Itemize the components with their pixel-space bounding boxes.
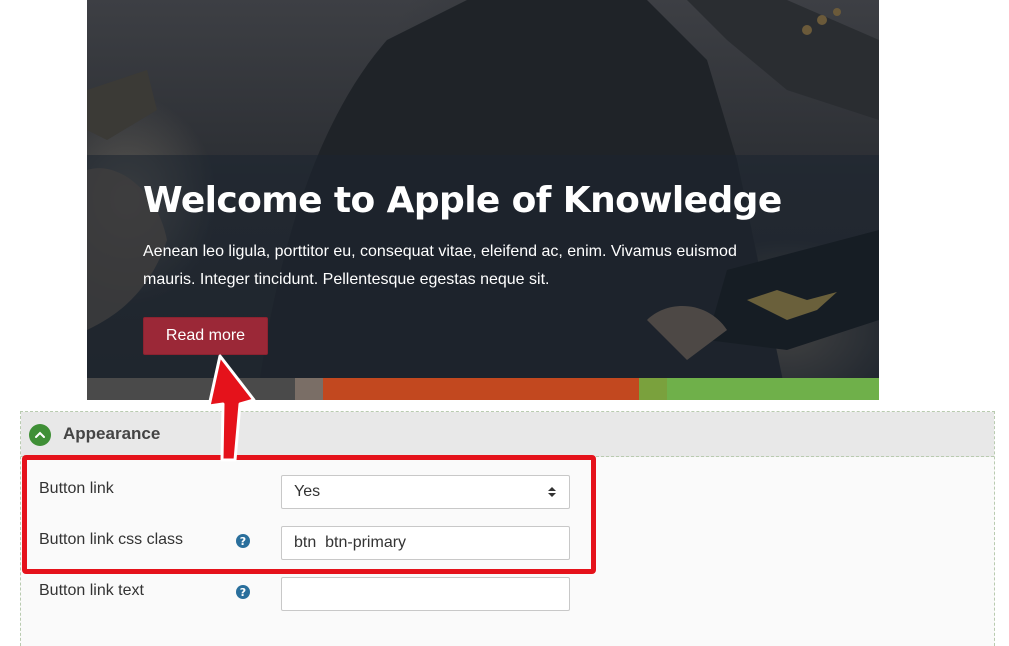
chevron-up-icon[interactable] [29,424,51,446]
hero-title: Welcome to Apple of Knowledge [143,180,782,221]
hero-bottom-strip [87,378,879,400]
strip-segment [323,378,639,400]
strip-segment [639,378,667,400]
highlight-annotation-box [22,455,596,574]
strip-segment [667,378,879,400]
hero-description: Aenean leo ligula, porttitor eu, consequ… [143,243,737,288]
appearance-panel-title: Appearance [63,424,161,443]
button-link-text-input[interactable] [281,577,570,611]
hero-banner: Welcome to Apple of Knowledge Aenean leo… [87,0,879,400]
appearance-panel-header[interactable]: Appearance [21,412,994,457]
strip-segment [87,378,295,400]
strip-segment [295,378,323,400]
read-more-button[interactable]: Read more [143,317,268,355]
button-link-text-label: Button link text [39,582,144,599]
help-icon[interactable]: ? [236,585,250,599]
